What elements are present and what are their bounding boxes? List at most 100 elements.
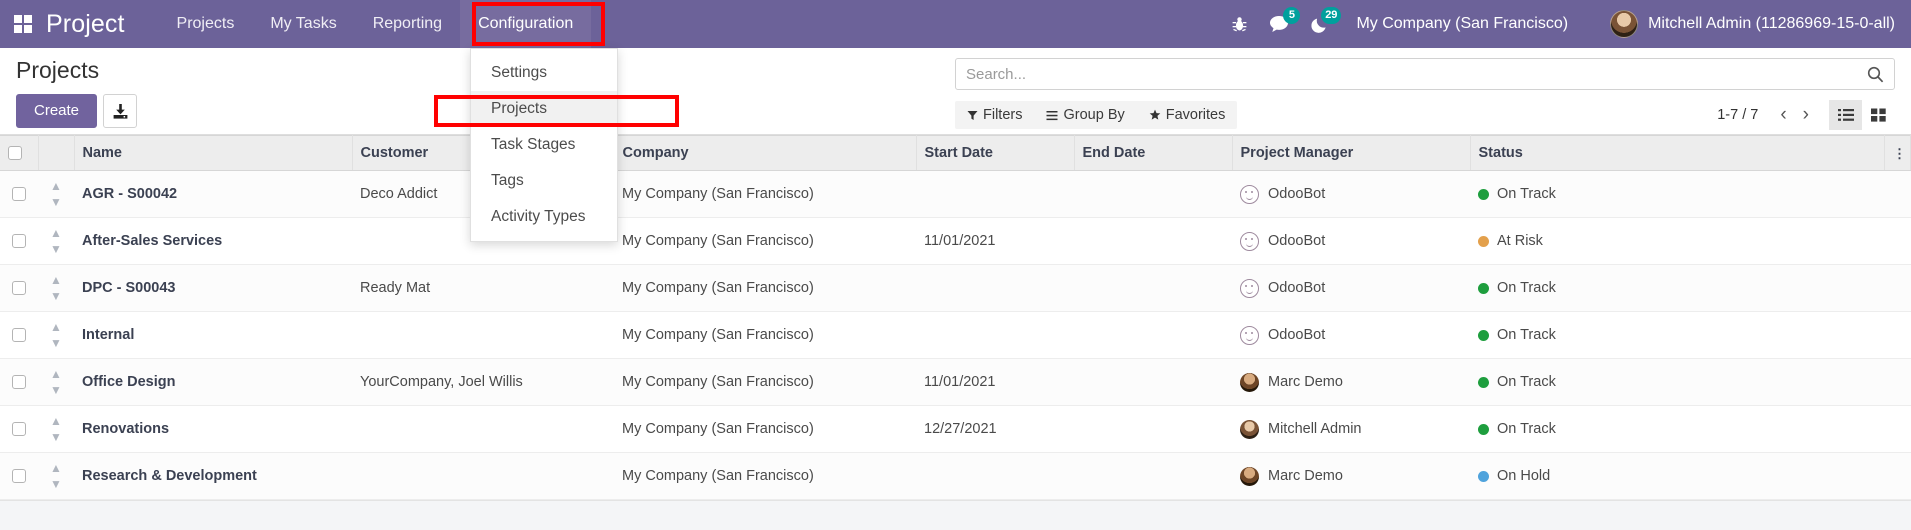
cell-company: My Company (San Francisco) [614, 452, 916, 500]
row-select-cell [0, 217, 38, 265]
manager-avatar [1240, 372, 1259, 392]
cell-name[interactable]: Internal [74, 311, 352, 359]
cell-end-date [1074, 170, 1232, 218]
list-view-button[interactable] [1829, 100, 1862, 130]
column-options-icon[interactable]: ⋮ [1884, 135, 1911, 171]
select-all-checkbox[interactable] [8, 146, 22, 161]
row-select-cell [0, 452, 38, 500]
filters-button[interactable]: Filters [955, 101, 1034, 129]
status-dot [1478, 188, 1489, 200]
cell-name[interactable]: Renovations [74, 405, 352, 453]
row-drag-cell: ▲ ▼ [38, 452, 74, 500]
top-navbar: Project Projects My Tasks Reporting Conf… [0, 0, 1911, 48]
table-row[interactable]: ▲ ▼ AGR - S00042 Deco Addict My Company (San… [0, 170, 1911, 218]
cell-status: At Risk [1470, 217, 1885, 265]
cell-company: My Company (San Francisco) [614, 405, 916, 453]
row-options-cell [1884, 170, 1911, 218]
manager-name: Marc Demo [1268, 374, 1343, 390]
cell-name[interactable]: Research & Development [74, 452, 352, 500]
row-checkbox[interactable] [12, 187, 26, 202]
column-header-company[interactable]: Company [614, 135, 917, 171]
column-header-project-manager[interactable]: Project Manager [1232, 135, 1471, 171]
row-drag-cell: ▲ ▼ [38, 170, 74, 218]
row-checkbox[interactable] [12, 422, 26, 437]
filters-label: Filters [983, 107, 1023, 123]
cell-customer [352, 452, 614, 500]
table-row[interactable]: ▲ ▼ Internal My Company (San Francisco) Odoo… [0, 311, 1911, 359]
table-row[interactable]: ▲ ▼ DPC - S00043 Ready Mat My Company (San F… [0, 264, 1911, 312]
cell-start-date: 12/27/2021 [916, 405, 1074, 453]
row-checkbox[interactable] [12, 328, 26, 343]
control-panel: Projects Create Search... Filters Group … [0, 48, 1911, 135]
manager-avatar [1240, 184, 1259, 204]
user-menu[interactable]: Mitchell Admin (11286969-15-0-all) [1610, 10, 1895, 38]
nav-item-my-tasks[interactable]: My Tasks [252, 0, 354, 48]
favorites-label: Favorites [1165, 107, 1226, 123]
row-options-cell [1884, 264, 1911, 312]
cell-name[interactable]: Office Design [74, 358, 352, 406]
search-input[interactable] [966, 65, 1867, 83]
table-row[interactable]: ▲ ▼ Renovations My Company (San Francisco) 1… [0, 405, 1911, 453]
pager-previous-button[interactable]: ‹ [1772, 104, 1794, 126]
cell-start-date [916, 264, 1074, 312]
app-brand-title[interactable]: Project [46, 10, 125, 39]
status-dot [1478, 235, 1489, 247]
status-dot [1478, 470, 1489, 482]
group-by-icon [1046, 110, 1058, 120]
manager-name: OdooBot [1268, 233, 1326, 249]
drag-handle-icon[interactable]: ▲ ▼ [50, 273, 62, 303]
column-header-end-date[interactable]: End Date [1074, 135, 1233, 171]
row-checkbox[interactable] [12, 375, 26, 390]
drag-handle-icon[interactable]: ▲ ▼ [50, 179, 62, 209]
status-badge: At Risk [1497, 233, 1543, 249]
drag-handle-icon[interactable]: ▲ ▼ [50, 461, 62, 491]
messages-icon[interactable]: 5 [1269, 7, 1301, 33]
row-drag-cell: ▲ ▼ [38, 217, 74, 265]
drag-handle-icon[interactable]: ▲ ▼ [50, 367, 62, 397]
cell-name[interactable]: After-Sales Services [74, 217, 352, 265]
create-button[interactable]: Create [16, 94, 98, 128]
column-header-name[interactable]: Name [74, 135, 353, 171]
kanban-view-button[interactable] [1862, 100, 1895, 130]
odoo-project-window: Project Projects My Tasks Reporting Conf… [0, 0, 1911, 530]
table-row[interactable]: ▲ ▼ After-Sales Services My Company (San Fr… [0, 217, 1911, 265]
menu-item-tags[interactable]: Tags [471, 163, 617, 199]
search-bar[interactable] [955, 58, 1895, 90]
table-row[interactable]: ▲ ▼ Office Design YourCompany, Joel Willis M… [0, 358, 1911, 406]
menu-item-settings[interactable]: Settings [471, 55, 617, 91]
drag-handle-icon[interactable]: ▲ ▼ [50, 414, 62, 444]
configuration-dropdown-menu: Settings Projects Task Stages Tags Activ… [470, 48, 618, 242]
cell-end-date [1074, 311, 1232, 359]
cell-name[interactable]: AGR - S00042 [74, 170, 352, 218]
table-row[interactable]: ▲ ▼ Research & Development My Company (San … [0, 452, 1911, 500]
pager-next-button[interactable]: › [1795, 104, 1817, 126]
drag-handle-icon[interactable]: ▲ ▼ [50, 320, 62, 350]
bug-icon[interactable] [1232, 16, 1247, 33]
group-by-button[interactable]: Group By [1034, 101, 1136, 129]
cell-name[interactable]: DPC - S00043 [74, 264, 352, 312]
search-icon[interactable] [1867, 66, 1884, 83]
drag-handle-icon[interactable]: ▲ ▼ [50, 226, 62, 256]
nav-item-projects[interactable]: Projects [159, 0, 253, 48]
row-checkbox[interactable] [12, 469, 26, 484]
menu-item-projects[interactable]: Projects [471, 91, 617, 127]
row-drag-cell: ▲ ▼ [38, 264, 74, 312]
company-switcher[interactable]: My Company (San Francisco) [1356, 15, 1568, 33]
nav-item-configuration[interactable]: Configuration [460, 0, 592, 48]
search-options-row: Filters Group By Favorites 1-7 / 7 ‹ › [955, 100, 1895, 130]
apps-grid-icon[interactable] [0, 14, 46, 34]
status-badge: On Track [1497, 421, 1556, 437]
cell-start-date: 11/01/2021 [916, 358, 1074, 406]
row-checkbox[interactable] [12, 234, 26, 249]
favorites-button[interactable]: Favorites [1137, 101, 1238, 129]
activities-icon[interactable]: 29 [1311, 6, 1342, 34]
column-header-status[interactable]: Status [1470, 135, 1885, 171]
row-checkbox[interactable] [12, 281, 26, 296]
cell-project-manager: Marc Demo [1232, 452, 1470, 500]
column-header-start-date[interactable]: Start Date [916, 135, 1075, 171]
nav-item-reporting[interactable]: Reporting [355, 0, 460, 48]
menu-item-activity-types[interactable]: Activity Types [471, 199, 617, 235]
cell-status: On Track [1470, 405, 1885, 453]
menu-item-task-stages[interactable]: Task Stages [471, 127, 617, 163]
import-download-icon[interactable] [103, 94, 138, 128]
